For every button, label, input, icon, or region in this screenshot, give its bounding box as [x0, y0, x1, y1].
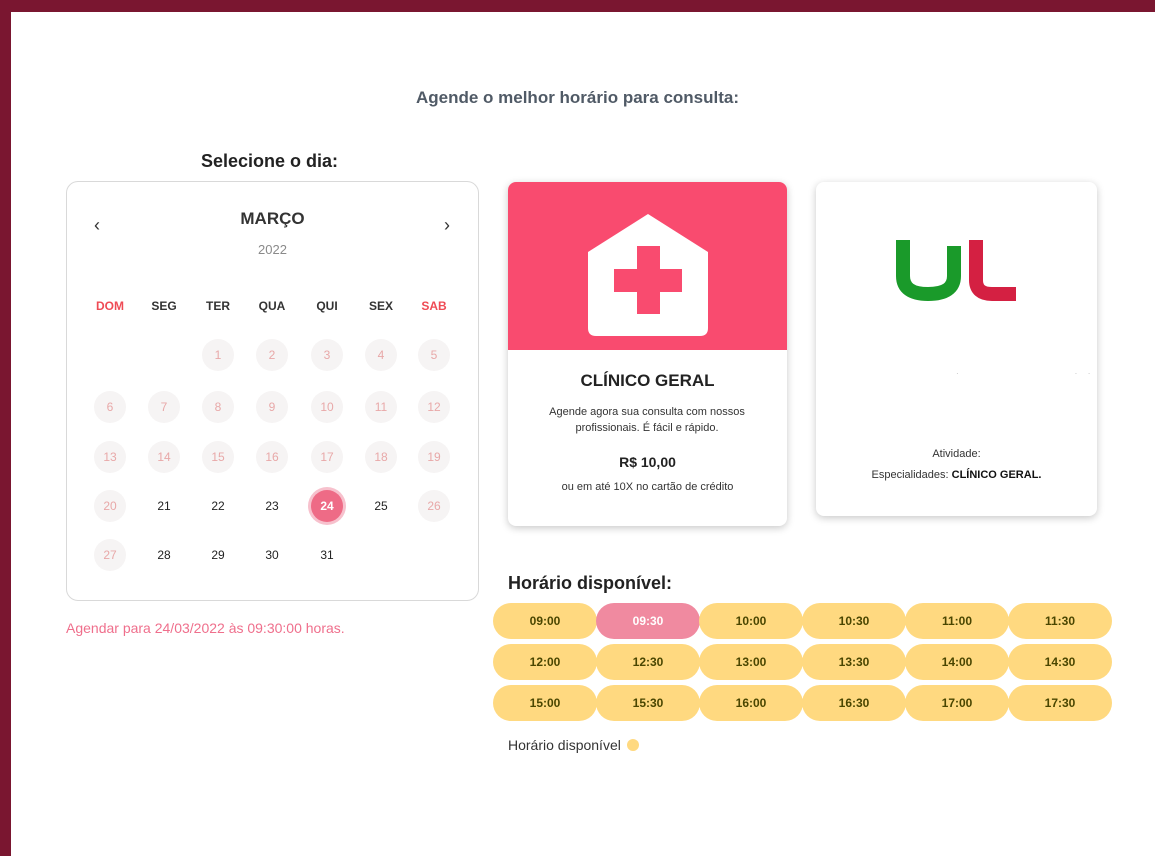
calendar-day[interactable]: 25 [365, 490, 397, 522]
calendar-month: MARÇO [240, 209, 305, 228]
calendar-day: 2 [256, 339, 288, 371]
time-slot[interactable]: 11:00 [905, 603, 1009, 639]
calendar-day: 4 [365, 339, 397, 371]
calendar-day[interactable]: 23 [256, 490, 288, 522]
calendar-day: 16 [256, 441, 288, 473]
time-slot-selected[interactable]: 09:30 [596, 603, 700, 639]
legend-label: Horário disponível [508, 737, 621, 753]
weekday-label: TER [206, 299, 230, 313]
time-slot[interactable]: 16:30 [802, 685, 906, 721]
calendar-day: 1 [202, 339, 234, 371]
calendar-day[interactable]: 29 [202, 539, 234, 571]
service-price: R$ 10,00 [619, 454, 676, 470]
doctor-card[interactable]: · · · Atividade: Especialidades: CLÍNICO… [816, 182, 1097, 516]
weekday-label: SAB [421, 299, 447, 313]
time-slot[interactable]: 14:00 [905, 644, 1009, 680]
calendar-section-title: Selecione o dia: [201, 151, 339, 171]
service-description: Agende agora sua consulta com nossos pro… [549, 406, 745, 434]
calendar-day: 18 [365, 441, 397, 473]
calendar-day: 7 [148, 391, 180, 423]
calendar-day-selected[interactable]: 24 [311, 490, 343, 522]
time-slot[interactable]: 17:00 [905, 685, 1009, 721]
time-slot[interactable]: 13:00 [699, 644, 803, 680]
available-dot-icon [626, 739, 639, 751]
time-slot[interactable]: 12:00 [493, 644, 597, 680]
weekday-label: QUI [316, 299, 338, 313]
calendar-day[interactable]: 30 [256, 539, 288, 571]
time-slot[interactable]: 10:00 [699, 603, 803, 639]
time-slot[interactable]: 14:30 [1008, 644, 1112, 680]
calendar-day: 14 [148, 441, 180, 473]
time-slot[interactable]: 11:30 [1008, 603, 1112, 639]
calendar-day: 9 [256, 391, 288, 423]
doctor-activity: Atividade: [932, 448, 981, 460]
time-slot[interactable]: 12:30 [596, 644, 700, 680]
page-title: Agende o melhor horário para consulta: [415, 88, 740, 107]
ul-logo [896, 240, 1016, 302]
time-slot[interactable]: 10:30 [802, 603, 906, 639]
calendar-day: 17 [311, 441, 343, 473]
calendar-day: 5 [418, 339, 450, 371]
calendar-day: 11 [365, 391, 397, 423]
calendar-day[interactable]: 22 [202, 490, 234, 522]
schedule-confirmation: Agendar para 24/03/2022 às 09:30:00 hora… [66, 620, 345, 636]
time-slot[interactable]: 15:00 [493, 685, 597, 721]
window-frame-top [0, 0, 1155, 12]
time-slot[interactable]: 09:00 [493, 603, 597, 639]
hospital-house-icon [579, 214, 717, 433]
doctor-specialties: Especialidades: CLÍNICO GERAL. [816, 469, 1097, 481]
calendar-day: 26 [418, 490, 450, 522]
calendar-day: 6 [94, 391, 126, 423]
service-banner [508, 182, 787, 433]
times-section-title: Horário disponível: [508, 573, 673, 593]
calendar-day[interactable]: 28 [148, 539, 180, 571]
specialties-label: Especialidades: [871, 469, 949, 481]
calendar-day[interactable]: 21 [148, 490, 180, 522]
weekday-label: QUA [258, 299, 286, 313]
time-slot[interactable]: 13:30 [802, 644, 906, 680]
service-card[interactable]: CLÍNICO GERAL Agende agora sua consulta … [508, 182, 787, 526]
calendar: ‹ › MARÇO 2022 DOM SEG TER QUA QUI SEX SAB 123… [66, 181, 479, 601]
service-installments: ou em até 10X no cartão de crédito [561, 481, 734, 493]
calendar-day: 20 [94, 490, 126, 522]
weekday-label: SEX [368, 299, 393, 313]
time-slot[interactable]: 17:30 [1008, 685, 1112, 721]
calendar-year: 2022 [258, 242, 287, 257]
weekday-label: SEG [151, 299, 177, 313]
calendar-day: 8 [202, 391, 234, 423]
calendar-day: 10 [311, 391, 343, 423]
time-slot[interactable]: 15:30 [596, 685, 700, 721]
weekday-label: DOM [96, 299, 124, 313]
doctor-name-placeholder: · · · [956, 369, 1093, 378]
time-slot[interactable]: 16:00 [699, 685, 803, 721]
calendar-day: 13 [94, 441, 126, 473]
availability-legend: Horário disponível [508, 737, 639, 753]
service-title: CLÍNICO GERAL [580, 371, 715, 390]
calendar-day: 19 [418, 441, 450, 473]
window-frame-left [0, 0, 11, 856]
calendar-day: 3 [311, 339, 343, 371]
calendar-day: 27 [94, 539, 126, 571]
calendar-day[interactable]: 31 [311, 539, 343, 571]
calendar-day: 15 [202, 441, 234, 473]
specialties-value: CLÍNICO GERAL. [951, 469, 1042, 481]
calendar-day: 12 [418, 391, 450, 423]
